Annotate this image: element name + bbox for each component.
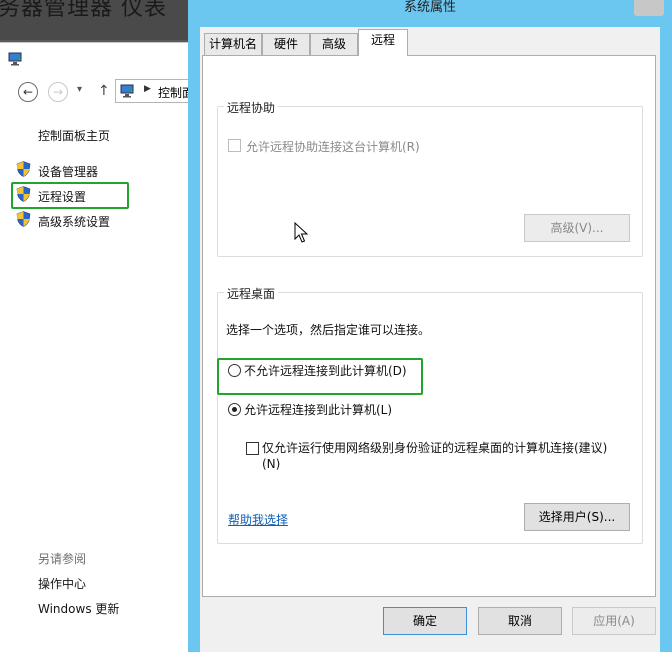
nla-only-checkbox[interactable]	[246, 442, 259, 455]
shield-icon	[16, 161, 31, 177]
control-panel-titlebar	[0, 43, 200, 73]
remote-desktop-group: 远程桌面 选择一个选项，然后指定谁可以连接。 不允许远程连接到此计算机(D) 允…	[217, 285, 643, 544]
remote-desktop-instruction: 选择一个选项，然后指定谁可以连接。	[226, 323, 431, 337]
mouse-cursor-icon	[294, 222, 308, 243]
action-center-link[interactable]: 操作中心	[38, 575, 86, 592]
tab-computer-name[interactable]: 计算机名	[204, 33, 262, 55]
advanced-button[interactable]: 高级(V)...	[524, 214, 630, 242]
shield-icon	[16, 211, 31, 227]
tab-hardware[interactable]: 硬件	[262, 33, 310, 55]
dialog-title: 系统属性	[403, 0, 456, 15]
remote-tab-panel: 远程协助 允许远程协助连接这台计算机(R) 高级(V)... 远程桌面 选择一个…	[202, 55, 656, 597]
nla-only-label-line1: 仅允许运行使用网络级别身份验证的远程桌面的计算机连接(建议)	[262, 441, 608, 455]
remote-assistance-title: 远程协助	[224, 99, 279, 116]
control-panel-home-link[interactable]: 控制面板主页	[38, 127, 110, 144]
ok-button[interactable]: 确定	[383, 607, 467, 635]
nla-only-label-line2: (N)	[262, 457, 281, 471]
dialog-body: 计算机名 硬件 高级 远程 远程协助 允许远程协助连接这台计算机(R) 高级(V…	[200, 27, 660, 652]
remote-settings-highlight	[11, 182, 129, 209]
up-arrow-icon[interactable]: ↑	[98, 83, 110, 99]
forward-button[interactable]: →	[48, 82, 68, 102]
apply-button[interactable]: 应用(A)	[572, 607, 656, 635]
allow-remote-highlight	[217, 358, 423, 395]
windows-update-link[interactable]: Windows 更新	[38, 600, 119, 617]
background-window-title-text: 务器管理器 仪表	[0, 0, 167, 21]
control-panel-window: ← → ▾ ↑ ▶ 控制面 控制面板主页 设备管理器 远程设置 高级系统设置 另…	[0, 42, 205, 652]
remote-desktop-title: 远程桌面	[224, 285, 279, 302]
device-manager-link[interactable]: 设备管理器	[38, 163, 98, 180]
advanced-system-settings-link[interactable]: 高级系统设置	[38, 213, 110, 230]
close-button[interactable]	[634, 0, 664, 16]
cancel-button[interactable]: 取消	[478, 607, 562, 635]
chevron-down-icon[interactable]: ▾	[77, 84, 82, 95]
chevron-right-icon: ▶	[144, 84, 151, 94]
allow-remote-assistance-checkbox[interactable]	[228, 139, 241, 152]
forward-arrow-icon: →	[52, 85, 64, 99]
background-window-title: 务器管理器 仪表	[0, 0, 200, 40]
allow-remote-radio[interactable]	[228, 403, 241, 416]
system-properties-dialog: 系统属性 计算机名 硬件 高级 远程 远程协助 允许远程协助连接这台计算机(R)…	[188, 0, 672, 652]
help-me-choose-link[interactable]: 帮助我选择	[228, 511, 288, 528]
allow-remote-label: 允许远程连接到此计算机(L)	[244, 403, 393, 417]
allow-remote-assistance-label: 允许远程协助连接这台计算机(R)	[246, 140, 420, 154]
back-arrow-icon: ←	[22, 85, 34, 99]
computer-icon	[8, 52, 22, 66]
computer-icon	[120, 84, 134, 98]
tab-advanced[interactable]: 高级	[310, 33, 358, 55]
tab-remote[interactable]: 远程	[358, 29, 408, 56]
see-also-heading: 另请参阅	[38, 552, 87, 566]
back-button[interactable]: ←	[18, 82, 38, 102]
select-users-button[interactable]: 选择用户(S)...	[524, 503, 630, 531]
remote-assistance-group: 远程协助 允许远程协助连接这台计算机(R) 高级(V)...	[217, 99, 643, 257]
